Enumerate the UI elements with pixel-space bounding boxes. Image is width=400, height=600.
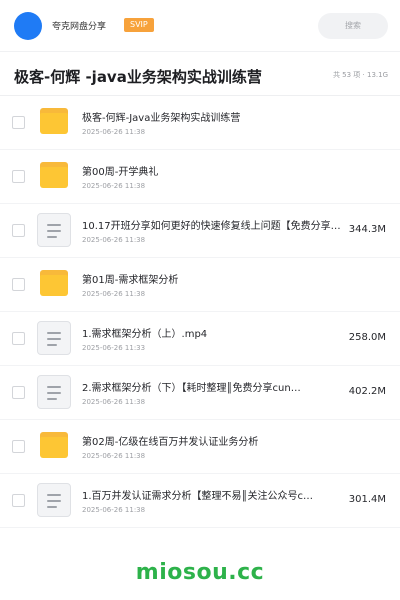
item-name: 极客-何辉-Java业务架构实战训练营: [82, 113, 241, 124]
item-size: 344.3M: [348, 224, 386, 235]
search-input[interactable]: 搜索: [318, 13, 388, 39]
file-row[interactable]: 1.百万并发认证需求分析【整理不易║关注公众号c… 2025-06-26 11:3…: [0, 474, 400, 528]
document-icon: [37, 213, 71, 247]
row-checkbox[interactable]: [12, 116, 25, 129]
page-title: 极客-何辉 -java业务架构实战训练营: [14, 68, 262, 86]
folder-row[interactable]: 极客-何辉-Java业务架构实战训练营 2025-06-26 11:38: [0, 96, 400, 150]
row-checkbox[interactable]: [12, 278, 25, 291]
file-row[interactable]: 1.需求框架分析（上）.mp4 2025-06-26 11:33 258.0M: [0, 312, 400, 366]
watermark: miosou.cc: [135, 560, 265, 585]
item-name: 第01周-需求框架分析: [82, 275, 179, 286]
file-list: 极客-何辉-Java业务架构实战训练营 2025-06-26 11:38 第00周-…: [0, 96, 400, 528]
item-date: 2025-06-26 11:38: [82, 506, 146, 514]
folder-title-bar: 极客-何辉 -java业务架构实战训练营 共 53 项 · 13.1G: [0, 52, 400, 96]
folder-icon: [40, 162, 68, 188]
brand-name: 夸克网盘分享: [52, 22, 107, 32]
item-size: 301.4M: [348, 494, 386, 505]
item-date: 2025-06-26 11:38: [82, 398, 146, 406]
item-name: 10.17开班分享如何更好的快速修复线上问题【免费分享cun…: [82, 221, 344, 232]
folder-row[interactable]: 第01周-需求框架分析 2025-06-26 11:38: [0, 258, 400, 312]
header: 夸克网盘分享 SVIP 搜索: [0, 0, 400, 52]
item-name: 1.需求框架分析（上）.mp4: [82, 329, 208, 340]
document-icon: [37, 483, 71, 517]
row-checkbox[interactable]: [12, 170, 25, 183]
item-size: 258.0M: [348, 332, 386, 343]
item-date: 2025-06-26 11:38: [82, 182, 146, 190]
avatar[interactable]: [14, 12, 42, 40]
folder-meta: 共 53 项 · 13.1G: [332, 71, 388, 79]
item-date: 2025-06-26 11:38: [82, 236, 146, 244]
folder-row[interactable]: 第02周-亿级在线百万并发认证业务分析 2025-06-26 11:38: [0, 420, 400, 474]
row-checkbox[interactable]: [12, 440, 25, 453]
row-checkbox[interactable]: [12, 494, 25, 507]
document-icon: [37, 321, 71, 355]
folder-row[interactable]: 第00周-开学典礼 2025-06-26 11:38: [0, 150, 400, 204]
item-size: 402.2M: [348, 386, 386, 397]
row-checkbox[interactable]: [12, 224, 25, 237]
item-date: 2025-06-26 11:38: [82, 452, 146, 460]
row-checkbox[interactable]: [12, 332, 25, 345]
item-date: 2025-06-26 11:38: [82, 128, 146, 136]
svip-badge: SVIP: [124, 18, 154, 32]
row-checkbox[interactable]: [12, 386, 25, 399]
item-date: 2025-06-26 11:38: [82, 290, 146, 298]
item-name: 第02周-亿级在线百万并发认证业务分析: [82, 437, 259, 448]
folder-icon: [40, 270, 68, 296]
folder-icon: [40, 108, 68, 134]
file-row[interactable]: 2.需求框架分析（下）【耗时整理║免费分享cun… 2025-06-26 11:3…: [0, 366, 400, 420]
item-name: 第00周-开学典礼: [82, 167, 159, 178]
item-date: 2025-06-26 11:33: [82, 344, 146, 352]
folder-icon: [40, 432, 68, 458]
document-icon: [37, 375, 71, 409]
file-row[interactable]: 10.17开班分享如何更好的快速修复线上问题【免费分享cun… 2025-06-2…: [0, 204, 400, 258]
